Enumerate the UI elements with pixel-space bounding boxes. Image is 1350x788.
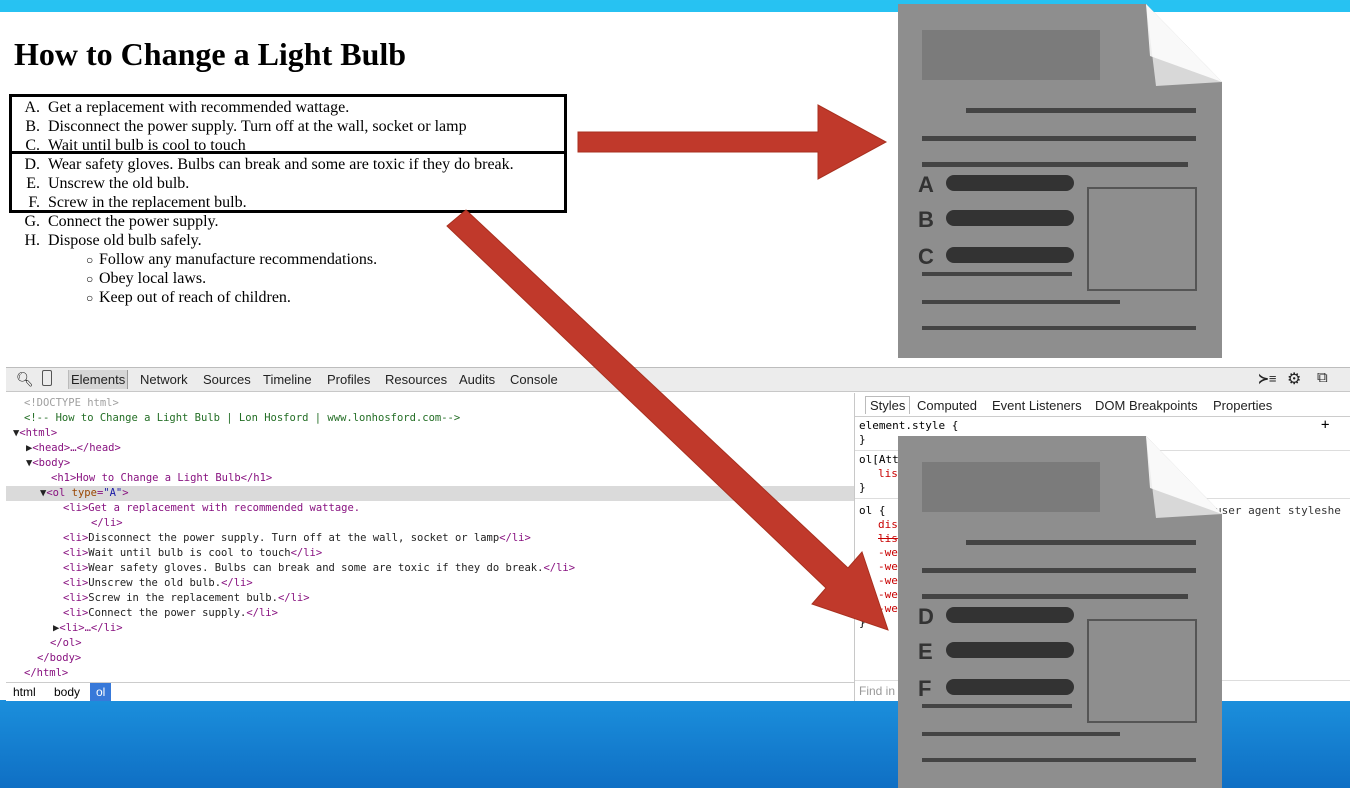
arrow-right-icon (577, 104, 888, 180)
arrow-diagonal-icon (446, 209, 889, 631)
doc-letter: C (918, 244, 934, 269)
doc-letter: A (918, 172, 934, 197)
document-graphic-bottom: D E F (898, 436, 1222, 788)
doc-letter: F (918, 676, 931, 701)
doc-letter: B (918, 207, 934, 232)
doc-letter: D (918, 604, 934, 629)
doc-letter: E (918, 639, 933, 664)
document-graphic-top: A B C (898, 4, 1222, 358)
